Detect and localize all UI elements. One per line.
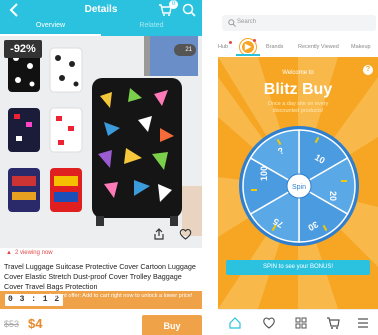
- spin-cta-button[interactable]: SPIN to see your BONUS!: [226, 260, 370, 275]
- tab-related[interactable]: Related: [101, 22, 202, 36]
- heart-icon[interactable]: [179, 228, 192, 240]
- viewing-now-indicator: ▲ 2 viewing now: [6, 250, 53, 256]
- share-icon[interactable]: [153, 228, 165, 240]
- wheel-value-100: 100: [259, 166, 269, 181]
- welcome-text: Welcome to: [282, 70, 314, 76]
- notification-dot: [229, 41, 232, 44]
- photo-count-badge[interactable]: 21: [174, 44, 196, 56]
- blitz-buy-panel: ? Welcome to Blitz Buy Once a day site o…: [218, 57, 378, 309]
- blitz-title: Blitz Buy: [263, 81, 333, 98]
- search-icon[interactable]: [182, 3, 196, 17]
- product-title: Travel Luggage Suitcase Protective Cover…: [4, 262, 196, 291]
- header: Details 0 Overview Related: [0, 0, 202, 36]
- price-bar: $53 $4 Buy: [0, 312, 202, 335]
- search-input[interactable]: Search: [222, 15, 376, 31]
- menu-icon[interactable]: [356, 316, 370, 330]
- fire-icon: ▲: [6, 250, 12, 256]
- discount-badge: -92%: [4, 40, 42, 58]
- heart-icon[interactable]: [262, 316, 276, 330]
- original-price: $53: [4, 319, 20, 329]
- tab-overview[interactable]: Overview: [0, 22, 101, 36]
- active-tab-indicator: [236, 54, 260, 56]
- buy-button[interactable]: Buy: [142, 315, 202, 335]
- luggage-photo-graphic: [0, 36, 202, 248]
- product-detail-screen: Details 0 Overview Related -92% 21 ▲ 2 v…: [0, 0, 202, 335]
- category-tabs: Hub ▶ Brands Recently Viewed Makeup: [218, 38, 378, 56]
- wheel-value-20: 20: [328, 191, 338, 201]
- search-icon: [228, 19, 236, 27]
- cart-count-badge: 0: [169, 0, 178, 9]
- blitz-buy-screen: Search Hub ▶ Brands Recently Viewed Make…: [218, 0, 378, 335]
- product-image[interactable]: [0, 36, 202, 248]
- viewing-now-text: 2 viewing now: [14, 250, 53, 256]
- spin-center-label: Spin: [292, 184, 306, 191]
- spin-wheel[interactable]: 10 20 30 75 100 ? Spin: [238, 125, 360, 247]
- tab-brands[interactable]: Brands: [266, 44, 283, 50]
- tab-hub[interactable]: Hub: [218, 44, 228, 50]
- tab-recently-viewed[interactable]: Recently Viewed: [298, 44, 339, 50]
- sale-price: $4: [28, 316, 43, 331]
- cart-icon[interactable]: [326, 316, 340, 330]
- blitz-subtitle: Once a day site on every discounted prod…: [267, 101, 329, 114]
- photo-count: 21: [185, 47, 192, 53]
- bottom-nav: [218, 309, 378, 335]
- home-icon[interactable]: [228, 316, 242, 330]
- offer-text: Instant offer: Add to cart right now to …: [50, 293, 193, 299]
- search-placeholder: Search: [237, 19, 257, 25]
- instant-offer-bar[interactable]: 0 3 : 1 2 Instant offer: Add to cart rig…: [0, 291, 202, 309]
- notification-dot: [253, 39, 256, 42]
- categories-icon[interactable]: [294, 316, 308, 330]
- tab-makeup[interactable]: Makeup: [351, 44, 371, 50]
